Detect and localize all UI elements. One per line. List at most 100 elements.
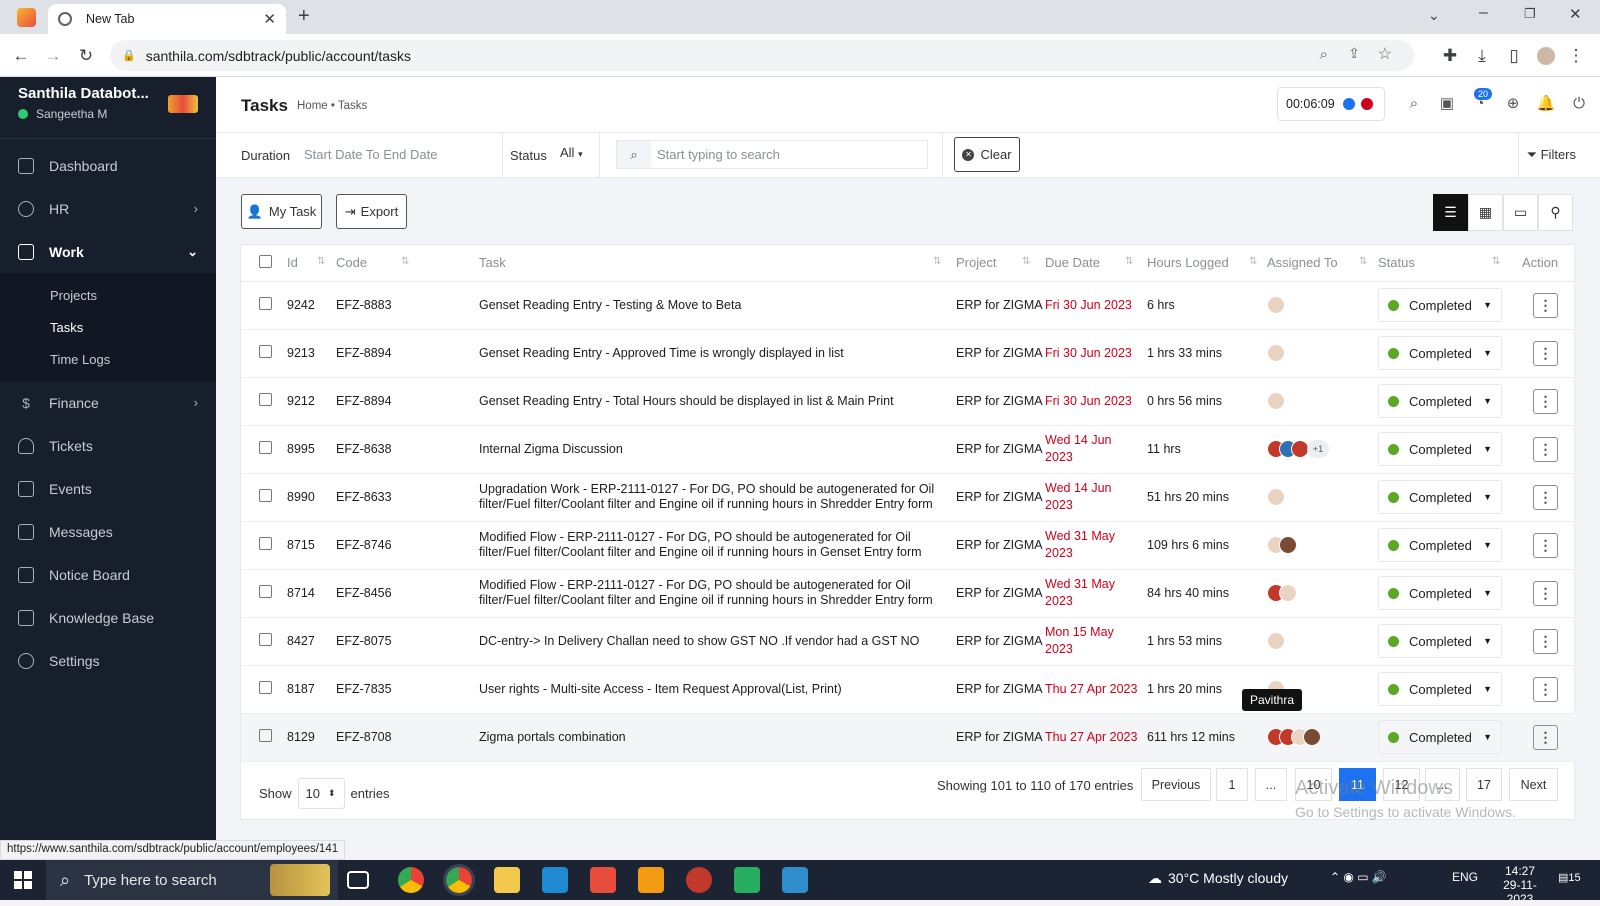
col-header-status[interactable]: Status ⇅ (1378, 245, 1522, 282)
sidebar-item-hr[interactable]: HR › (0, 187, 216, 230)
notepad-icon[interactable] (734, 867, 760, 893)
sidebar-item-tickets[interactable]: Tickets (0, 424, 216, 467)
task-project[interactable]: ERP for ZIGMA (956, 377, 1045, 426)
breadcrumb[interactable]: Home • Tasks (297, 100, 367, 112)
assignee-avatar[interactable] (1267, 296, 1285, 314)
col-header-assigned-to[interactable]: Assigned To ⇅ (1267, 245, 1378, 282)
task-title[interactable]: Genset Reading Entry - Total Hours shoul… (479, 377, 956, 426)
row-checkbox[interactable] (259, 729, 272, 742)
sidebar-item-finance[interactable]: $ Finance › (0, 381, 216, 424)
zoom-icon[interactable]: ⌕ (1320, 46, 1328, 63)
share-icon[interactable]: ⇪ (1348, 45, 1360, 62)
row-actions-menu-button[interactable]: ⋮ (1533, 532, 1558, 558)
task-project[interactable]: ERP for ZIGMA (956, 425, 1045, 474)
status-select[interactable]: Completed ▼ (1378, 528, 1502, 562)
status-select[interactable]: Completed ▼ (1378, 624, 1502, 658)
filters-button[interactable]: ⏷ Filters (1527, 147, 1576, 163)
task-title[interactable]: Genset Reading Entry - Testing & Move to… (479, 281, 956, 330)
calendar-view-button[interactable]: ▭ (1503, 194, 1538, 231)
sidebar-item-dashboard[interactable]: Dashboard (0, 144, 216, 187)
stop-icon[interactable] (1360, 98, 1373, 110)
sidebar-subitem-projects[interactable]: Projects (0, 279, 216, 311)
pause-icon[interactable] (1342, 98, 1355, 110)
close-window-icon[interactable]: ✕ (1569, 5, 1582, 23)
row-checkbox[interactable] (259, 681, 272, 694)
col-header-task[interactable]: Task ⇅ (479, 245, 956, 282)
bell-icon[interactable]: 🔔 (1537, 94, 1556, 112)
app-favicon-icon[interactable] (17, 8, 36, 27)
task-title[interactable]: Zigma portals combination (479, 713, 956, 762)
pagination-next[interactable]: Next (1509, 768, 1558, 801)
assignee-avatar[interactable] (1267, 392, 1285, 410)
sidebar-subitem-tasks[interactable]: Tasks (0, 311, 216, 343)
row-checkbox[interactable] (259, 633, 272, 646)
table-row[interactable]: 8129 EFZ-8708 Zigma portals combination ERP… (241, 713, 1576, 762)
status-select[interactable]: Completed ▼ (1378, 384, 1502, 418)
assignee-avatar[interactable] (1279, 536, 1297, 554)
chrome-active-taskbar-icon[interactable] (443, 864, 475, 896)
row-actions-menu-button[interactable]: ⋮ (1533, 580, 1558, 606)
task-title[interactable]: Upgradation Work - ERP-2111-0127 - For D… (479, 473, 956, 522)
col-header-project[interactable]: Project ⇅ (956, 245, 1045, 282)
wps-office-icon[interactable] (686, 867, 712, 893)
export-button[interactable]: ⇥ Export (336, 194, 407, 229)
task-project[interactable]: ERP for ZIGMA (956, 665, 1045, 714)
pagination-previous[interactable]: Previous (1141, 768, 1211, 801)
assignee-avatar[interactable] (1267, 632, 1285, 650)
task-project[interactable]: ERP for ZIGMA (956, 329, 1045, 378)
task-title[interactable]: Modified Flow - ERP-2111-0127 - For DG, … (479, 569, 956, 618)
entries-select[interactable]: 10 ⬍ (297, 778, 345, 809)
assignee-avatar[interactable] (1267, 344, 1285, 362)
tab-search-icon[interactable]: ⌄ (1428, 7, 1440, 24)
table-row[interactable]: 8990 EFZ-8633 Upgradation Work - ERP-2111-… (241, 473, 1576, 522)
list-view-button[interactable]: ☰ (1433, 194, 1468, 231)
status-select[interactable]: Completed ▼ (1378, 672, 1502, 706)
select-all-checkbox[interactable] (259, 254, 272, 268)
col-header-code[interactable]: Code ⇅ (336, 245, 479, 282)
anydesk-icon[interactable] (590, 867, 616, 893)
row-checkbox[interactable] (259, 345, 272, 358)
task-title[interactable]: Internal Zigma Discussion (479, 425, 956, 474)
search-input[interactable]: ⌕ Start typing to search (616, 140, 928, 169)
task-title[interactable]: Genset Reading Entry - Approved Time is … (479, 329, 956, 378)
status-select[interactable]: Completed ▼ (1378, 432, 1502, 466)
windows-start-icon[interactable] (14, 871, 32, 889)
table-row[interactable]: 8715 EFZ-8746 Modified Flow - ERP-2111-012… (241, 521, 1576, 570)
row-actions-menu-button[interactable]: ⋮ (1533, 628, 1558, 654)
row-actions-menu-button[interactable]: ⋮ (1533, 292, 1558, 318)
more-assignees-badge[interactable]: +1 (1307, 440, 1329, 458)
task-view-icon[interactable] (347, 871, 369, 889)
table-row[interactable]: 8187 EFZ-7835 User rights - Multi-site Acc… (241, 665, 1576, 714)
status-select[interactable]: Completed ▼ (1378, 576, 1502, 610)
active-timer[interactable]: 00:06:09 (1277, 87, 1385, 121)
restore-icon[interactable]: ❐ (1524, 6, 1536, 22)
task-title[interactable]: DC-entry-> In Delivery Challan need to s… (479, 617, 956, 666)
brand-block[interactable]: Santhila Databot... Sangeetha M (0, 77, 216, 139)
browser-menu-icon[interactable]: ⋮ (1564, 44, 1588, 68)
sidebar-item-settings[interactable]: Settings (0, 639, 216, 682)
taskbar-search-input[interactable]: ⌕ Type here to search (46, 860, 338, 900)
assignee-avatar[interactable] (1267, 488, 1285, 506)
task-project[interactable]: ERP for ZIGMA (956, 521, 1045, 570)
back-icon[interactable]: ← (9, 44, 33, 68)
minimize-icon[interactable]: – (1479, 4, 1488, 22)
task-project[interactable]: ERP for ZIGMA (956, 473, 1045, 522)
sidebar-item-work[interactable]: Work ⌄ (0, 230, 216, 273)
table-row[interactable]: 8995 EFZ-8638 Internal Zigma Discussion ERP… (241, 425, 1576, 474)
table-row[interactable]: 9213 EFZ-8894 Genset Reading Entry - Appro… (241, 329, 1576, 378)
chrome-taskbar-icon[interactable] (398, 867, 424, 893)
row-checkbox[interactable] (259, 441, 272, 454)
row-checkbox[interactable] (259, 489, 272, 502)
sidebar-subitem-time-logs[interactable]: Time Logs (0, 343, 216, 375)
weather-widget[interactable]: ☁ 30°C Mostly cloudy (1148, 870, 1288, 887)
pagination-page[interactable]: 1 (1216, 768, 1248, 801)
download-icon[interactable]: ⤓ (1470, 44, 1494, 68)
sidebar-item-notice-board[interactable]: Notice Board (0, 553, 216, 596)
sidebar-item-events[interactable]: Events (0, 467, 216, 510)
extensions-icon[interactable]: ✚ (1438, 44, 1462, 68)
col-header-due-date[interactable]: Due Date ⇅ (1045, 245, 1147, 282)
row-actions-menu-button[interactable]: ⋮ (1533, 724, 1558, 750)
xampp-icon[interactable] (638, 867, 664, 893)
pinned-view-button[interactable]: ⚲ (1538, 194, 1573, 231)
row-checkbox[interactable] (259, 297, 272, 310)
